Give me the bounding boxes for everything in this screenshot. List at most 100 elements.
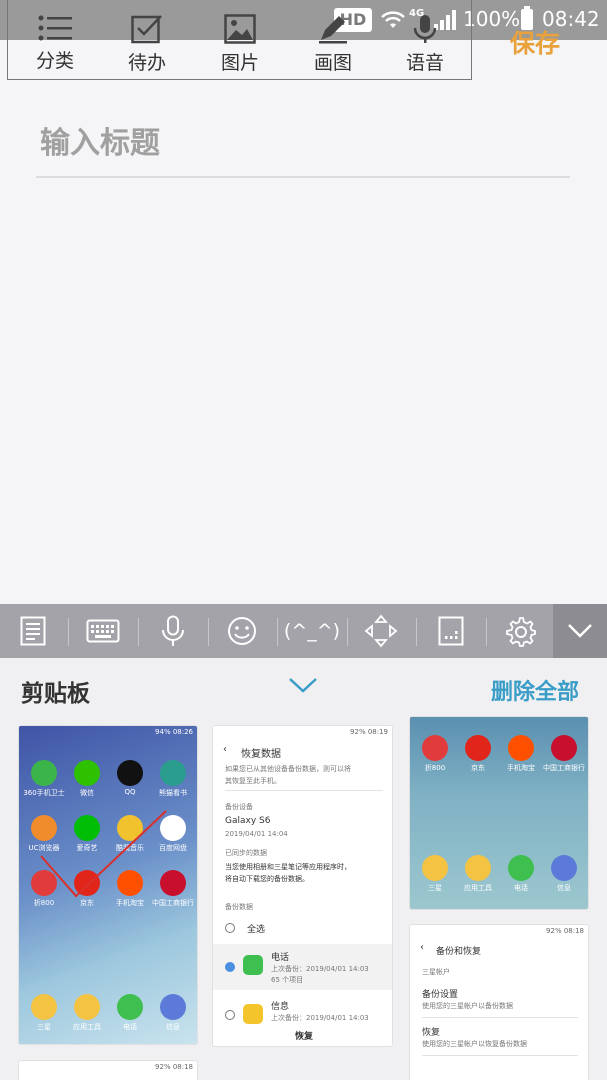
app-name: 信息 — [166, 1023, 180, 1031]
backup-item-name: 信息 — [271, 1002, 290, 1012]
emoji-button[interactable] — [219, 604, 265, 658]
app-icon — [117, 994, 143, 1020]
clipboard-panel: 剪贴板 删除全部 94% 08:26 360手机卫士 微信 QQ 熊猫看书 UC浏览器爱… — [0, 658, 607, 1080]
settings-item: 备份设置 — [422, 990, 459, 1000]
app-name: 三星 — [37, 1023, 51, 1031]
restore-button: 恢复 — [295, 1032, 314, 1042]
toolbar-divider — [68, 618, 69, 646]
mini-status-bar: 94% 08:26 — [155, 728, 193, 736]
mini-status-bar: 92% 08:18 — [546, 927, 584, 935]
app-name: 应用工具 — [73, 1023, 101, 1031]
app-icon-cell: 360手机卫士 — [23, 760, 65, 798]
app-icon — [74, 994, 100, 1020]
app-icon — [31, 994, 57, 1020]
divider — [225, 790, 383, 791]
app-icon — [160, 760, 186, 786]
app-icon-cell: 三星 — [23, 994, 65, 1032]
todo-button[interactable]: 待办 — [112, 14, 182, 78]
clipboard-item[interactable]: 92% 08:18 — [18, 1060, 198, 1080]
back-arrow-icon: ‹ — [223, 744, 227, 755]
backup-item-sub: 上次备份：2019/04/01 14:03 — [271, 965, 369, 973]
title-input[interactable]: 输入标题 — [40, 118, 160, 162]
keyboard-button[interactable] — [80, 604, 126, 658]
cursor-move-icon — [364, 614, 398, 648]
image-label: 图片 — [220, 52, 259, 74]
settings-header: 恢复数据 — [241, 749, 281, 760]
keyboard-icon — [86, 619, 120, 643]
select-all-label: 全选 — [247, 925, 266, 935]
cursor-move-button[interactable] — [358, 604, 404, 658]
app-icon-cell: 三星 — [414, 855, 456, 893]
keyboard-toolbar: (^_^) — [0, 604, 607, 658]
app-name: 中国工商银行 — [543, 764, 585, 772]
app-icon-cell: 电话 — [500, 855, 542, 893]
voice-button[interactable]: 语音 — [390, 14, 460, 78]
app-icon — [31, 760, 57, 786]
description-line: 如果您已从其他设备备份数据，则可以将 — [225, 765, 351, 773]
clipboard-item[interactable]: 折800 京东 手机淘宝 中国工商银行 三星 应用工具 电话 信息 — [409, 716, 589, 910]
app-icon — [508, 735, 534, 761]
chevron-down-icon[interactable] — [288, 676, 318, 694]
handwriting-button[interactable] — [428, 604, 474, 658]
delete-all-button[interactable]: 删除全部 — [491, 674, 579, 706]
clipboard-item[interactable]: 92% 08:19 ‹ 恢复数据 如果您已从其他设备备份数据，则可以将 其恢复至… — [212, 725, 393, 1047]
app-icon-cell: QQ — [109, 760, 151, 796]
app-icon — [551, 855, 577, 881]
app-icon — [465, 735, 491, 761]
settings-item-sub: 使用您的三星帐户以备份数据 — [422, 1002, 513, 1010]
checkbox-icon — [131, 15, 162, 44]
drawing-label: 画图 — [313, 52, 352, 74]
category-button[interactable]: 分类 — [20, 14, 90, 78]
app-name: 360手机卫士 — [23, 789, 65, 797]
notepad-button[interactable] — [10, 604, 56, 658]
radio-icon — [225, 923, 235, 933]
clipboard-item[interactable]: 92% 08:18 ‹ 备份和恢复 三星帐户 备份设置 使用您的三星帐户以备份数… — [409, 924, 589, 1080]
device-date: 2019/04/01 14:04 — [225, 830, 288, 838]
app-icon — [117, 760, 143, 786]
list-icon — [38, 15, 72, 41]
clipboard-item[interactable]: 94% 08:26 360手机卫士 微信 QQ 熊猫看书 UC浏览器 爱奇艺 酷我音乐 百度网… — [18, 725, 198, 1045]
description-line: 其恢复至此手机。 — [225, 777, 281, 785]
microphone-icon — [413, 15, 437, 43]
backup-item-name: 电话 — [271, 953, 290, 963]
settings-item-sub: 使用您的三星帐户以恢复备份数据 — [422, 1040, 527, 1048]
settings-button[interactable] — [497, 604, 543, 658]
app-name: 应用工具 — [464, 884, 492, 892]
divider — [422, 1055, 578, 1056]
kaomoji-button[interactable]: (^_^) — [283, 604, 341, 658]
voice-input-button[interactable] — [150, 604, 196, 658]
settings-item: 恢复 — [422, 1028, 441, 1038]
drawing-button[interactable]: 画图 — [298, 14, 368, 78]
save-button[interactable]: 保存 — [510, 24, 560, 60]
app-name: 电话 — [514, 884, 528, 892]
backup-item-sub: 65 个项目 — [271, 976, 304, 984]
clipboard-title: 剪贴板 — [21, 681, 90, 707]
phone-app-icon — [243, 955, 263, 975]
app-icon-cell: 微信 — [66, 760, 108, 798]
backup-item-sub: 上次备份：2019/04/01 14:03 — [271, 1014, 369, 1022]
section-title: 备份设备 — [225, 803, 253, 811]
keyboard-collapse-button[interactable] — [553, 604, 607, 658]
app-name: 熊猫看书 — [159, 789, 187, 797]
app-name: 微信 — [80, 789, 94, 797]
toolbar-divider — [347, 618, 348, 646]
app-icon-cell: 信息 — [152, 994, 194, 1032]
voice-label: 语音 — [405, 52, 444, 74]
pen-icon — [319, 16, 347, 44]
note-toolbar: 分类 待办 图片 画图 语音 — [7, 0, 472, 80]
app-icon-cell: 应用工具 — [66, 994, 108, 1032]
app-icon — [422, 855, 448, 881]
image-button[interactable]: 图片 — [205, 14, 275, 78]
toolbar-divider — [208, 618, 209, 646]
kaomoji-label: (^_^) — [283, 620, 341, 642]
app-icon-cell: 京东 — [457, 735, 499, 773]
messages-app-icon — [243, 1004, 263, 1024]
category-label: 分类 — [35, 50, 74, 72]
settings-header: 备份和恢复 — [436, 947, 482, 957]
app-icon — [422, 735, 448, 761]
divider — [422, 1017, 578, 1018]
app-icon-cell: 熊猫看书 — [152, 760, 194, 798]
section-title: 备份数据 — [225, 903, 253, 911]
app-icon — [465, 855, 491, 881]
app-name: 信息 — [557, 884, 571, 892]
